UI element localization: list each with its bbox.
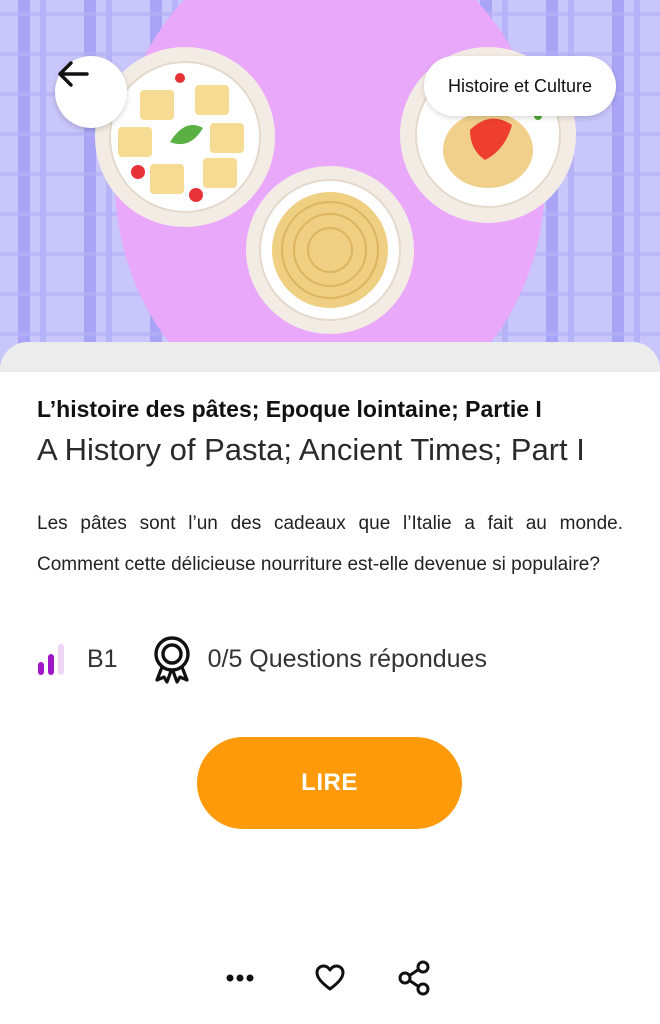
back-button[interactable] <box>55 56 127 128</box>
share-button[interactable] <box>392 955 436 1001</box>
hero-illustration: Histoire et Culture <box>0 0 660 372</box>
heart-icon <box>315 964 345 991</box>
more-button[interactable] <box>218 955 262 1001</box>
questions-status: 0/5 Questions répondues <box>207 644 487 673</box>
category-chip[interactable]: Histoire et Culture <box>424 56 617 116</box>
article-title-fr: L’histoire des pâtes; Epoque lointaine; … <box>37 396 542 422</box>
favorite-button[interactable] <box>308 955 352 1001</box>
read-button[interactable]: LIRE <box>197 737 462 829</box>
article-title-en: A History of Pasta; Ancient Times; Part … <box>37 432 585 467</box>
ribbon-award-icon <box>153 636 190 684</box>
bottom-action-bar <box>0 955 660 1001</box>
article-meta: B1 0/5 Questions répondues <box>37 632 487 686</box>
article-description: Les pâtes sont l’un des cadeaux que l’It… <box>37 513 623 575</box>
share-icon <box>398 960 430 996</box>
sheet-handle-area <box>0 342 660 372</box>
more-icon <box>226 974 254 982</box>
level-bars-icon <box>38 644 64 675</box>
arrow-left-icon <box>58 61 89 87</box>
spaghetti-plate <box>246 166 414 334</box>
level-badge: B1 <box>87 644 118 673</box>
